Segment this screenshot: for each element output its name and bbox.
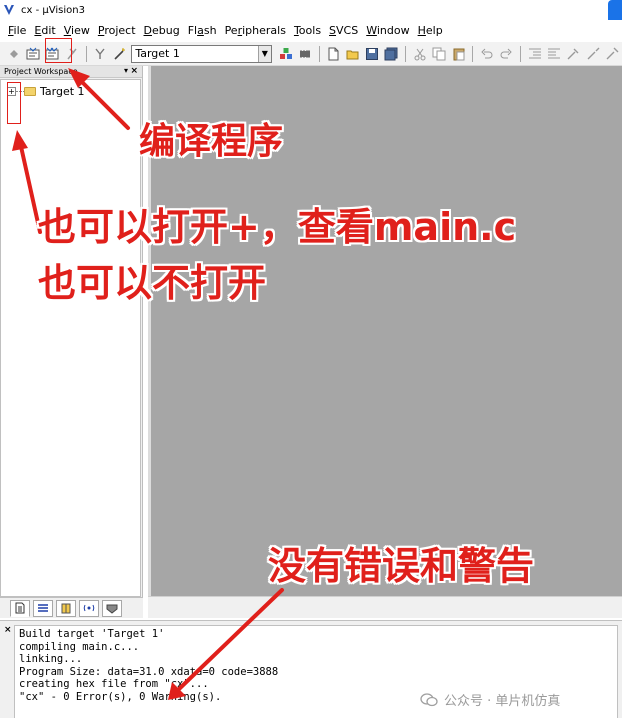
output-line: Build target 'Target 1' <box>19 628 165 640</box>
highlight-expand-plus <box>7 82 21 124</box>
tab-templates[interactable] <box>102 599 122 617</box>
project-tree: + Target 1 <box>0 79 141 597</box>
menu-bar: File Edit View Project Debug Flash Perip… <box>0 20 622 40</box>
tab-functions[interactable] <box>79 599 99 617</box>
menu-tools[interactable]: Tools <box>294 24 321 37</box>
target-select[interactable]: Target 1 ▼ <box>131 44 272 63</box>
project-workspace-panel: Project Workspace ▾ × + Target 1 <box>0 66 143 618</box>
cut-icon[interactable] <box>412 46 427 62</box>
annotation-no-errors: 没有错误和警告 <box>268 544 535 588</box>
toolbar-separator <box>520 45 522 62</box>
workspace-close-icon[interactable]: × <box>130 66 138 76</box>
wechat-icon <box>420 692 438 706</box>
target-select-value: Target 1 <box>135 47 180 60</box>
options-wand-icon[interactable] <box>112 46 127 62</box>
output-close-icon[interactable]: × <box>4 625 12 635</box>
components-icon[interactable] <box>278 46 293 62</box>
annotation-open-line2: 也可以不打开 <box>38 261 267 305</box>
toolbar-separator <box>85 45 87 62</box>
tab-files[interactable] <box>10 599 30 617</box>
chevron-down-icon[interactable]: ▼ <box>257 45 271 62</box>
menu-window[interactable]: Window <box>366 24 409 37</box>
menu-file[interactable]: File <box>8 24 26 37</box>
folder-icon <box>24 87 36 96</box>
build-target-icon[interactable] <box>25 46 40 62</box>
menu-help[interactable]: Help <box>418 24 443 37</box>
menu-edit[interactable]: Edit <box>34 24 55 37</box>
menu-peripherals[interactable]: Peripherals <box>225 24 286 37</box>
new-file-icon[interactable] <box>326 46 341 62</box>
annotation-compile: 编译程序 <box>139 121 284 162</box>
undo-icon[interactable] <box>479 46 494 62</box>
build-toolbar: Target 1 ▼ <box>0 42 622 66</box>
menu-view[interactable]: View <box>64 24 90 37</box>
workspace-pin-icon[interactable]: ▾ <box>124 66 128 75</box>
watermark: 公众号 · 单片机仿真 <box>420 690 560 709</box>
toolbar-separator <box>318 45 320 62</box>
menu-debug[interactable]: Debug <box>144 24 180 37</box>
unindent-icon[interactable] <box>546 46 561 62</box>
menu-project[interactable]: Project <box>98 24 136 37</box>
save-icon[interactable] <box>364 46 379 62</box>
output-line: linking... <box>19 653 83 666</box>
redo-icon[interactable] <box>499 46 514 62</box>
paste-icon[interactable] <box>451 46 466 62</box>
download-icon[interactable] <box>93 46 108 62</box>
menu-flash[interactable]: Flash <box>188 24 217 37</box>
bookmark-next-icon[interactable] <box>585 46 600 62</box>
workspace-tabs <box>0 597 143 618</box>
output-line: Program Size: data=31.0 xdata=0 code=388… <box>19 665 279 678</box>
bookmark-toggle-icon[interactable] <box>566 46 581 62</box>
highlight-build-button <box>45 38 72 63</box>
tab-books[interactable] <box>56 599 76 617</box>
annotation-open-line1: 也可以打开+，查看main.c <box>38 205 517 249</box>
translate-file-icon[interactable] <box>6 46 21 62</box>
workspace-title: Project Workspace <box>4 67 78 76</box>
tree-item-label: Target 1 <box>40 85 85 98</box>
tab-registers[interactable] <box>33 599 53 617</box>
uvision-app-icon <box>3 4 15 16</box>
settings-chip-icon[interactable] <box>297 46 312 62</box>
window-title: cx - µVision3 <box>21 4 85 16</box>
menu-svcs[interactable]: SVCS <box>329 24 358 37</box>
copy-icon[interactable] <box>432 46 447 62</box>
editor-bottom-bar <box>148 596 622 618</box>
watermark-text: 公众号 · 单片机仿真 <box>444 694 561 709</box>
save-all-icon[interactable] <box>384 46 399 62</box>
open-folder-icon[interactable] <box>345 46 360 62</box>
workspace-header: Project Workspace ▾ × <box>0 66 142 78</box>
output-line: compiling main.c... <box>19 640 140 653</box>
toolbar-separator <box>472 45 474 62</box>
title-bar: cx - µVision3 <box>0 0 622 28</box>
bookmark-prev-icon[interactable] <box>605 46 620 62</box>
indent-icon[interactable] <box>527 46 542 62</box>
toolbar-separator <box>405 45 407 62</box>
